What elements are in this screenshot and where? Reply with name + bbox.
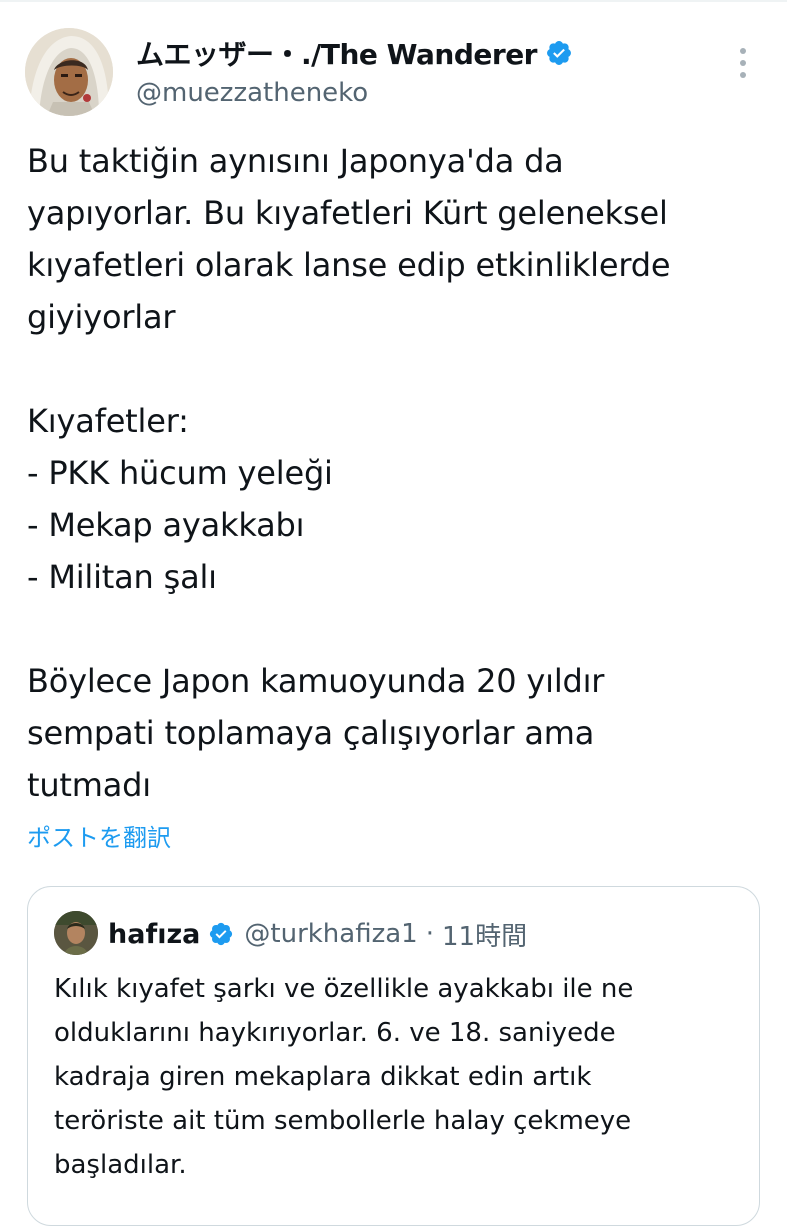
quoted-tweet-text: Kılık kıyafet şarkı ve özellikle ayakkab… (54, 974, 634, 1180)
more-options-icon[interactable] (730, 48, 756, 88)
quoted-tweet-card[interactable]: hafıza @turkhafiza1 · 11時間 Kılık kıyafet… (27, 886, 760, 1226)
quoted-handle[interactable]: @turkhafiza1 (244, 919, 417, 949)
quoted-verified-badge-icon[interactable] (208, 921, 234, 947)
quoted-display-name[interactable]: hafıza (108, 919, 200, 950)
avatar-image (25, 28, 113, 116)
quoted-timestamp[interactable]: 11時間 (442, 916, 527, 953)
quoted-author-avatar[interactable] (54, 911, 98, 955)
verified-badge-icon[interactable] (545, 39, 573, 67)
top-divider (0, 0, 787, 2)
author-name-row[interactable]: ムエッザー・./The Wanderer (136, 32, 573, 74)
quoted-separator: · (425, 919, 434, 949)
tweet-text: Bu taktiğin aynısını Japonya'da da yapıy… (27, 142, 671, 804)
translate-post-link[interactable]: ポストを翻訳 (27, 818, 171, 853)
author-avatar[interactable] (25, 28, 113, 116)
quoted-header: hafıza @turkhafiza1 · 11時間 (108, 913, 527, 955)
author-display-name[interactable]: ムエッザー・./The Wanderer (136, 33, 538, 73)
quoted-avatar-image (54, 911, 98, 955)
author-handle[interactable]: @muezzatheneko (136, 78, 368, 108)
